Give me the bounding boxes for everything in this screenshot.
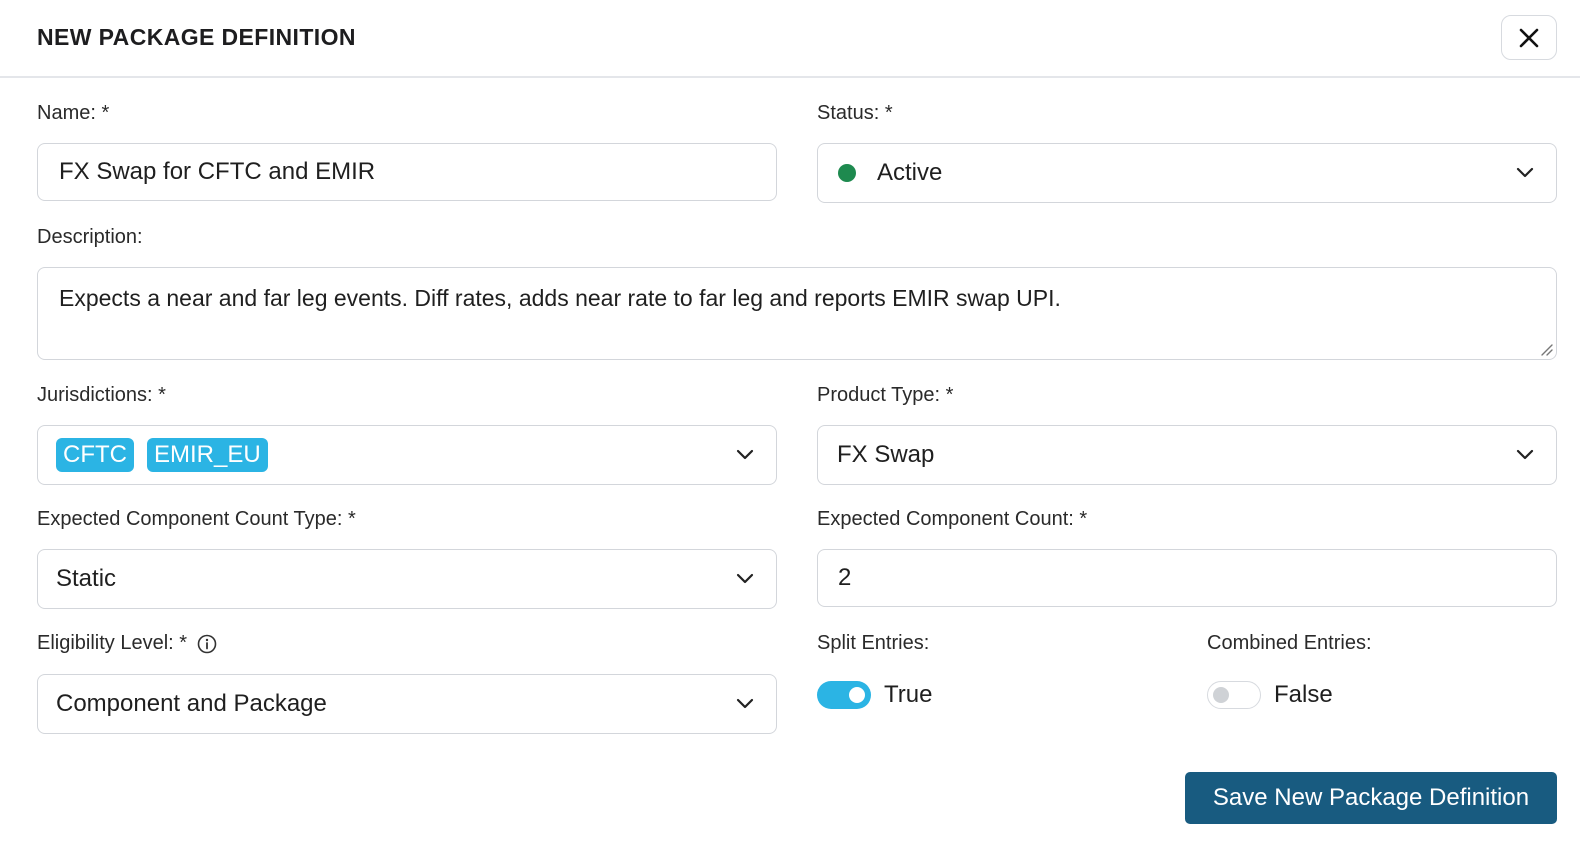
name-label: Name: * — [37, 102, 109, 125]
toggle-knob — [1213, 686, 1229, 703]
jurisdiction-chip-cftc[interactable]: CFTC — [56, 438, 134, 472]
count-label: Expected Component Count: * — [817, 508, 1087, 531]
status-dot-icon — [838, 164, 856, 182]
count-type-value: Static — [56, 565, 117, 592]
count-type-label-text: Expected Component Count Type: * — [37, 508, 356, 530]
info-icon[interactable] — [197, 634, 217, 654]
name-value: FX Swap for CFTC and EMIR — [59, 158, 376, 185]
product-type-value: FX Swap — [837, 441, 935, 468]
jurisdictions-label: Jurisdictions: * — [37, 384, 166, 407]
split-entries-label: Split Entries: — [817, 632, 929, 655]
count-type-label: Expected Component Count Type: * — [37, 508, 356, 531]
count-label-text: Expected Component Count: * — [817, 508, 1088, 530]
status-select[interactable]: Active — [817, 143, 1557, 203]
dialog-title: NEW PACKAGE DEFINITION — [37, 24, 356, 50]
count-input[interactable]: 2 — [817, 549, 1557, 607]
eligibility-label: Eligibility Level: * — [37, 632, 217, 655]
save-button[interactable]: Save New Package Definition — [1185, 772, 1557, 824]
toggle-knob — [849, 687, 865, 703]
count-type-select[interactable]: Static — [37, 549, 777, 609]
jurisdictions-multiselect[interactable]: CFTC EMIR_EU — [37, 425, 777, 485]
close-icon — [1519, 28, 1539, 47]
chevron-down-icon — [736, 449, 754, 460]
close-button[interactable] — [1501, 15, 1557, 60]
description-textarea[interactable]: Expects a near and far leg events. Diff … — [37, 267, 1557, 360]
description-label: Description: — [37, 226, 143, 249]
split-entries-toggle[interactable] — [817, 681, 871, 709]
chevron-down-icon — [1516, 449, 1534, 460]
chevron-down-icon — [736, 573, 754, 584]
combined-entries-label-text: Combined Entries: — [1207, 632, 1372, 654]
product-type-select[interactable]: FX Swap — [817, 425, 1557, 485]
combined-entries-label: Combined Entries: — [1207, 632, 1372, 655]
description-label-text: Description: — [37, 226, 143, 248]
description-value: Expects a near and far leg events. Diff … — [59, 285, 1061, 311]
chevron-down-icon — [1516, 167, 1534, 178]
product-type-label-text: Product Type: * — [817, 384, 954, 406]
split-entries-label-text: Split Entries: — [817, 632, 930, 654]
eligibility-value: Component and Package — [56, 690, 327, 717]
status-label-text: Status: * — [817, 102, 893, 124]
status-label: Status: * — [817, 102, 893, 125]
combined-entries-value: False — [1274, 681, 1333, 708]
eligibility-label-text: Eligibility Level: * — [37, 632, 188, 654]
dialog-header: NEW PACKAGE DEFINITION — [0, 0, 1580, 78]
combined-entries-toggle[interactable] — [1207, 681, 1261, 709]
product-type-label: Product Type: * — [817, 384, 953, 407]
resize-grip-icon[interactable] — [1539, 342, 1553, 356]
chevron-down-icon — [736, 698, 754, 709]
name-label-text: Name: * — [37, 102, 110, 124]
name-input[interactable]: FX Swap for CFTC and EMIR — [37, 143, 777, 201]
status-value: Active — [877, 159, 943, 186]
split-entries-value: True — [884, 681, 933, 708]
jurisdictions-label-text: Jurisdictions: * — [37, 384, 166, 406]
count-value: 2 — [838, 564, 852, 591]
jurisdiction-chip-emir-eu[interactable]: EMIR_EU — [146, 438, 268, 472]
eligibility-select[interactable]: Component and Package — [37, 674, 777, 734]
